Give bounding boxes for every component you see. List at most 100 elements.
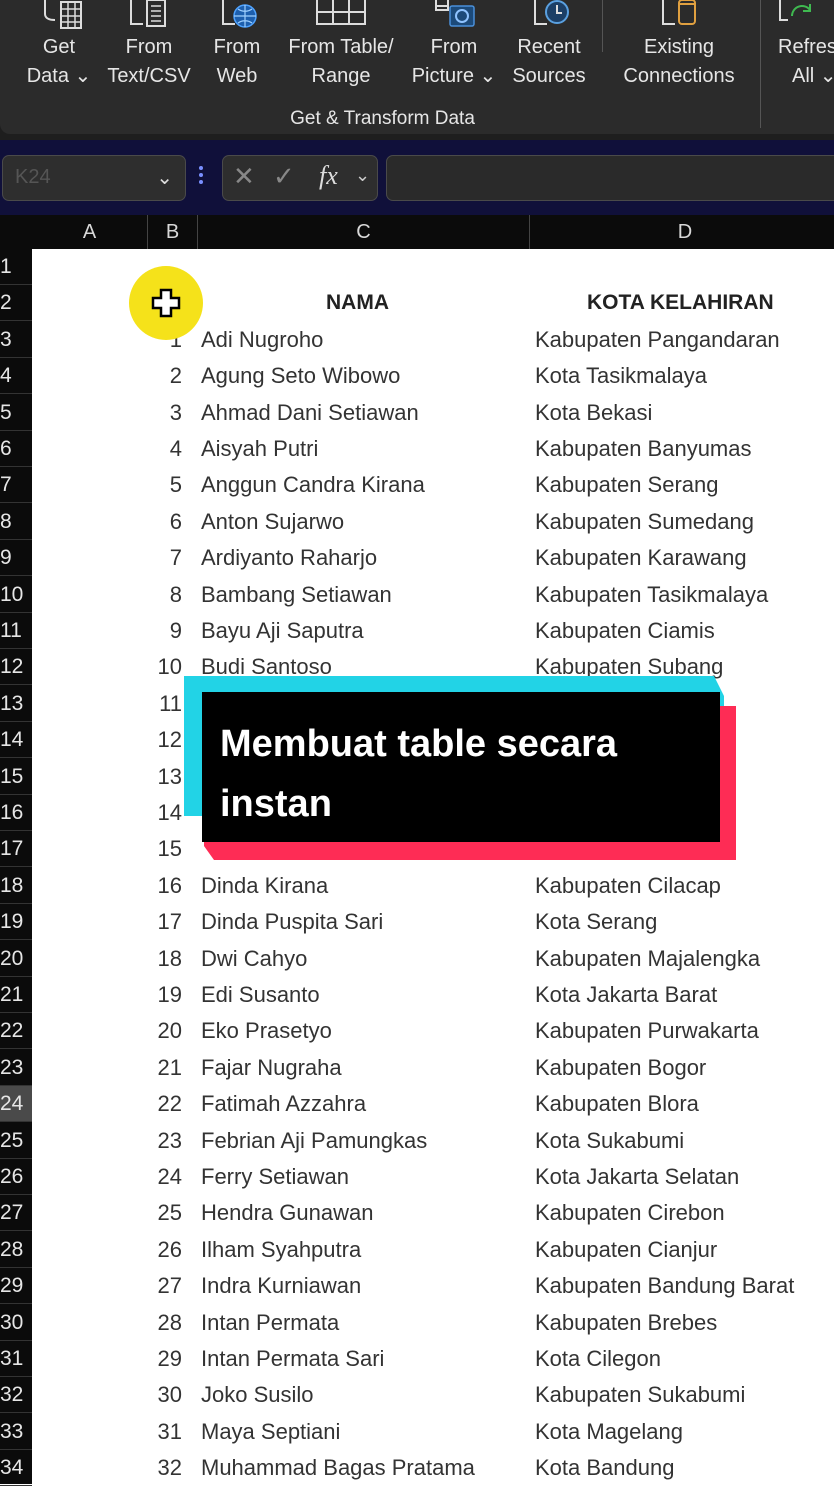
cell-no[interactable]: 4 — [146, 431, 182, 467]
cell-kota-kelahiran[interactable]: Kabupaten Majalengka — [535, 941, 760, 977]
from-table-range-button[interactable]: From Table/Range — [280, 0, 402, 100]
row-header-7[interactable]: 7 — [0, 467, 32, 504]
cell-no[interactable]: 15 — [146, 831, 182, 867]
cell-nama[interactable]: Dinda Puspita Sari — [201, 904, 383, 940]
from-text-csv-button[interactable]: From Text/CSV — [104, 0, 194, 100]
row-header-5[interactable]: 5 — [0, 395, 32, 431]
cell-nama[interactable]: Agung Seto Wibowo — [201, 358, 400, 394]
cell-nama[interactable]: Aisyah Putri — [201, 431, 318, 467]
row-header-11[interactable]: 11 — [0, 613, 32, 649]
row-header-15[interactable]: 15 — [0, 759, 32, 795]
cell-kota-kelahiran[interactable]: Kabupaten Blora — [535, 1086, 699, 1122]
row-header-9[interactable]: 9 — [0, 540, 32, 577]
existing-connections-button[interactable]: Existing Connections — [614, 0, 744, 100]
cell-nama[interactable]: Ilham Syahputra — [201, 1232, 361, 1268]
cell-nama[interactable]: Anggun Candra Kirana — [201, 467, 425, 503]
cell-kota-kelahiran[interactable]: Kota Cilegon — [535, 1341, 661, 1377]
cell-no[interactable]: 31 — [146, 1414, 182, 1450]
row-header-13[interactable]: 13 — [0, 686, 32, 722]
cell-no[interactable]: 6 — [146, 504, 182, 540]
cell-nama[interactable]: Anton Sujarwo — [201, 504, 344, 540]
column-header-b[interactable]: B — [148, 215, 198, 249]
cell-kota-kelahiran[interactable]: Kota Tasikmalaya — [535, 358, 707, 394]
cell-nama[interactable]: Edi Susanto — [201, 977, 320, 1013]
row-header-10[interactable]: 10 — [0, 577, 32, 613]
formula-bar-resize-handle[interactable] — [198, 163, 204, 193]
cell-nama[interactable]: Ferry Setiawan — [201, 1159, 349, 1195]
cell-kota-kelahiran[interactable]: Kabupaten Purwakarta — [535, 1013, 759, 1049]
header-nama[interactable]: NAMA — [326, 285, 389, 321]
cell-kota-kelahiran[interactable]: Kabupaten Cilacap — [535, 868, 721, 904]
cell-kota-kelahiran[interactable]: Kabupaten Banyumas — [535, 431, 752, 467]
cell-no[interactable]: 29 — [146, 1341, 182, 1377]
row-header-24[interactable]: 24 — [0, 1086, 32, 1123]
cell-no[interactable]: 10 — [146, 649, 182, 685]
refresh-all-button[interactable]: Refres All ⌄ — [772, 0, 834, 100]
cell-kota-kelahiran[interactable]: Kota Bekasi — [535, 395, 652, 431]
cell-nama[interactable]: Febrian Aji Pamungkas — [201, 1123, 427, 1159]
cell-no[interactable]: 3 — [146, 395, 182, 431]
cell-no[interactable]: 19 — [146, 977, 182, 1013]
column-header-d[interactable]: D — [530, 215, 834, 249]
cell-kota-kelahiran[interactable]: Kota Magelang — [535, 1414, 683, 1450]
cell-kota-kelahiran[interactable]: Kota Jakarta Barat — [535, 977, 717, 1013]
cell-nama[interactable]: Joko Susilo — [201, 1377, 314, 1413]
row-header-2[interactable]: 2 — [0, 285, 32, 322]
cell-nama[interactable]: Muhammad Bagas Pratama — [201, 1450, 475, 1486]
cell-no[interactable]: 26 — [146, 1232, 182, 1268]
cell-kota-kelahiran[interactable]: Kabupaten Karawang — [535, 540, 747, 576]
cell-nama[interactable]: Fatimah Azzahra — [201, 1086, 366, 1122]
cell-nama[interactable]: Adi Nugroho — [201, 322, 323, 358]
row-header-18[interactable]: 18 — [0, 868, 32, 904]
cell-kota-kelahiran[interactable]: Kota Jakarta Selatan — [535, 1159, 739, 1195]
cell-nama[interactable]: Dinda Kirana — [201, 868, 328, 904]
worksheet-grid[interactable]: NAMA KOTA KELAHIRAN 1 Adi Nugroho Kabupate… — [32, 249, 834, 1484]
cell-no[interactable]: 20 — [146, 1013, 182, 1049]
cell-no[interactable]: 5 — [146, 467, 182, 503]
row-header-17[interactable]: 17 — [0, 831, 32, 868]
row-header-22[interactable]: 22 — [0, 1013, 32, 1050]
cell-nama[interactable]: Indra Kurniawan — [201, 1268, 361, 1304]
cell-no[interactable]: 2 — [146, 358, 182, 394]
row-header-19[interactable]: 19 — [0, 904, 32, 941]
cell-no[interactable]: 12 — [146, 722, 182, 758]
row-header-33[interactable]: 33 — [0, 1414, 32, 1450]
name-box[interactable]: K24 ⌄ — [2, 155, 186, 201]
cell-no[interactable]: 9 — [146, 613, 182, 649]
cell-no[interactable]: 27 — [146, 1268, 182, 1304]
cell-nama[interactable]: Eko Prasetyo — [201, 1013, 332, 1049]
cell-no[interactable]: 23 — [146, 1123, 182, 1159]
cell-nama[interactable]: Ahmad Dani Setiawan — [201, 395, 419, 431]
row-header-30[interactable]: 30 — [0, 1305, 32, 1341]
cell-kota-kelahiran[interactable]: Kabupaten Bogor — [535, 1050, 706, 1086]
row-header-20[interactable]: 20 — [0, 941, 32, 977]
cell-kota-kelahiran[interactable]: Kabupaten Brebes — [535, 1305, 717, 1341]
cell-nama[interactable]: Maya Septiani — [201, 1414, 340, 1450]
cell-no[interactable]: 21 — [146, 1050, 182, 1086]
cell-no[interactable]: 22 — [146, 1086, 182, 1122]
cell-no[interactable]: 16 — [146, 868, 182, 904]
cell-no[interactable]: 30 — [146, 1377, 182, 1413]
from-web-button[interactable]: From Web — [204, 0, 270, 100]
cell-nama[interactable]: Bambang Setiawan — [201, 577, 392, 613]
cell-kota-kelahiran[interactable]: Kabupaten Pangandaran — [535, 322, 780, 358]
row-header-12[interactable]: 12 — [0, 649, 32, 686]
cell-nama[interactable]: Intan Permata — [201, 1305, 339, 1341]
cell-kota-kelahiran[interactable]: Kabupaten Cianjur — [535, 1232, 717, 1268]
cell-no[interactable]: 28 — [146, 1305, 182, 1341]
cell-no[interactable]: 18 — [146, 941, 182, 977]
cell-nama[interactable]: Hendra Gunawan — [201, 1195, 373, 1231]
column-header-a[interactable]: A — [32, 215, 148, 249]
cell-kota-kelahiran[interactable]: Kabupaten Serang — [535, 467, 719, 503]
cell-no[interactable]: 25 — [146, 1195, 182, 1231]
insert-function-icon[interactable]: fx — [319, 161, 338, 191]
row-header-6[interactable]: 6 — [0, 431, 32, 467]
cell-nama[interactable]: Ardiyanto Raharjo — [201, 540, 377, 576]
row-header-29[interactable]: 29 — [0, 1268, 32, 1305]
enter-icon[interactable]: ✓ — [273, 161, 295, 192]
cell-nama[interactable]: Dwi Cahyo — [201, 941, 307, 977]
cell-kota-kelahiran[interactable]: Kabupaten Ciamis — [535, 613, 715, 649]
cell-no[interactable]: 32 — [146, 1450, 182, 1486]
row-header-16[interactable]: 16 — [0, 795, 32, 831]
row-header-34[interactable]: 34 — [0, 1450, 32, 1486]
